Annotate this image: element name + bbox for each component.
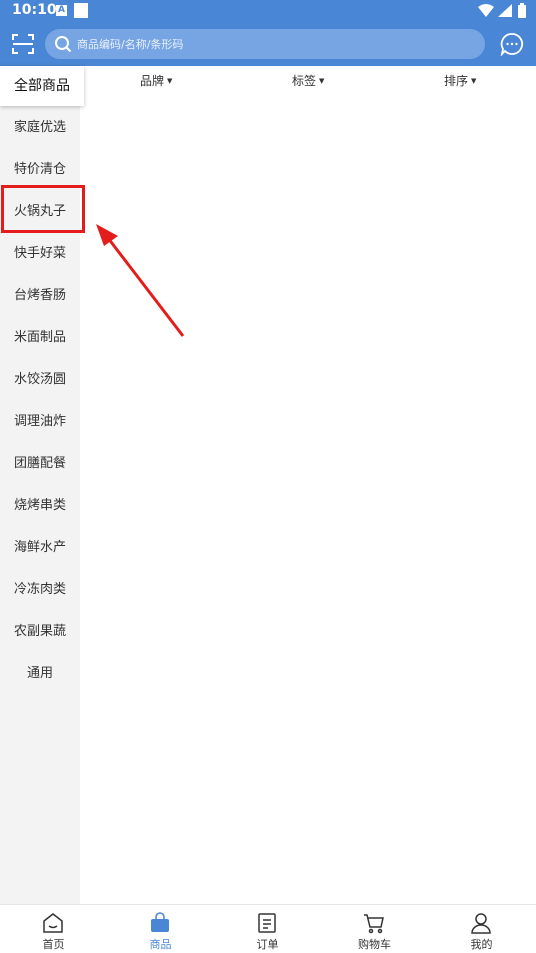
top-header — [0, 22, 536, 66]
status-bar: 10:10 A — [0, 0, 536, 22]
status-time: 10:10 — [12, 2, 57, 18]
filter-bar: 品牌 ▼ 标签 ▼ 排序 ▼ — [80, 66, 536, 96]
home-icon — [43, 913, 63, 933]
signal-icon — [498, 4, 512, 17]
scan-icon[interactable] — [11, 32, 35, 56]
sidebar-item-seafood[interactable]: 海鲜水产 — [0, 527, 80, 569]
tab-home[interactable]: 首页 — [0, 905, 107, 953]
caret-down-icon: ▼ — [471, 77, 477, 85]
sidebar-item-sausage[interactable]: 台烤香肠 — [0, 275, 80, 317]
filter-sort-label: 排序 — [444, 74, 469, 88]
wifi-icon — [478, 4, 494, 17]
sidebar-item-dumplings[interactable]: 水饺汤圆 — [0, 359, 80, 401]
filter-sort[interactable]: 排序 ▼ — [444, 72, 476, 89]
bag-icon — [151, 912, 169, 932]
tab-cart-label: 购物车 — [358, 938, 391, 951]
order-icon — [258, 913, 276, 933]
sidebar-item-quick-dishes[interactable]: 快手好菜 — [0, 233, 80, 275]
sidebar-item-bbq[interactable]: 烧烤串类 — [0, 485, 80, 527]
annotation-arrow — [96, 224, 185, 337]
sidebar-item-frozen-meat[interactable]: 冷冻肉类 — [0, 569, 80, 611]
sidebar-item-all[interactable]: 全部商品 — [0, 66, 84, 106]
tab-orders-label: 订单 — [256, 938, 279, 951]
filter-tag-label: 标签 — [292, 74, 317, 88]
filter-brand-label: 品牌 — [140, 74, 165, 88]
highlight-box — [1, 185, 85, 233]
notification-square-icon — [74, 3, 88, 18]
search-input[interactable] — [77, 32, 467, 56]
sidebar-item-fried[interactable]: 调理油炸 — [0, 401, 80, 443]
filter-brand[interactable]: 品牌 ▼ — [140, 72, 172, 89]
bottom-tab-bar: 首页 商品 订单 购物车 我的 — [0, 904, 536, 952]
sidebar-item-produce[interactable]: 农副果蔬 — [0, 611, 80, 653]
message-icon[interactable] — [500, 32, 524, 56]
sidebar-item-general[interactable]: 通用 — [0, 653, 80, 695]
user-icon — [471, 913, 491, 934]
sidebar-item-catering[interactable]: 团膳配餐 — [0, 443, 80, 485]
cart-icon — [364, 914, 384, 934]
tab-mine-label: 我的 — [470, 938, 493, 951]
sidebar-item-rice-noodle[interactable]: 米面制品 — [0, 317, 80, 359]
filter-tag[interactable]: 标签 ▼ — [292, 72, 324, 89]
caret-down-icon: ▼ — [167, 77, 173, 85]
search-icon — [55, 36, 72, 53]
tab-home-label: 首页 — [42, 938, 65, 951]
battery-icon — [518, 5, 526, 18]
tab-products-label: 商品 — [149, 938, 172, 951]
search-bar[interactable] — [45, 29, 485, 59]
tab-mine[interactable]: 我的 — [428, 905, 535, 953]
notification-a-icon: A — [56, 5, 67, 16]
tab-cart[interactable]: 购物车 — [321, 905, 428, 953]
sidebar-item-family-pick[interactable]: 家庭优选 — [0, 107, 80, 149]
tab-orders[interactable]: 订单 — [214, 905, 321, 953]
caret-down-icon: ▼ — [319, 77, 325, 85]
tab-products[interactable]: 商品 — [107, 905, 214, 953]
status-icons — [478, 3, 526, 18]
